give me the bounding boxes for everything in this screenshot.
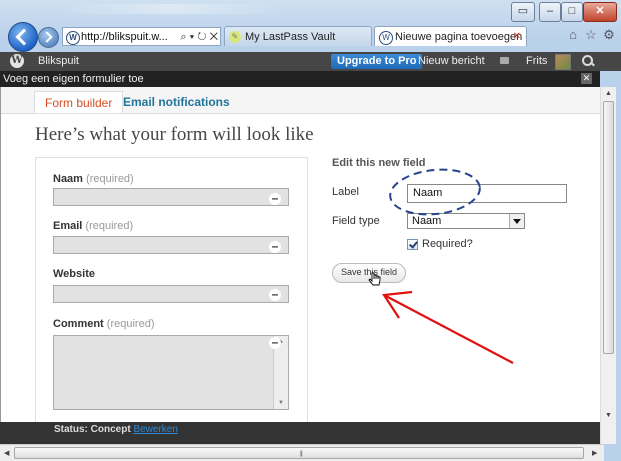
highlight-ellipse (389, 168, 481, 216)
scroll-right-icon[interactable]: ▶ (592, 449, 597, 457)
status-text: Status: Concept (54, 424, 131, 435)
scroll-down-icon[interactable]: ▼ (605, 412, 612, 419)
scroll-up-icon[interactable]: ▲ (605, 90, 612, 97)
scrollbar-thumb[interactable]: ||| (14, 447, 584, 459)
annotation-overlay (382, 168, 514, 364)
scroll-left-icon[interactable]: ◀ (4, 449, 9, 457)
scrollbar-thumb[interactable] (603, 101, 614, 354)
dialog-scrollbar[interactable]: ▲ ▼ (600, 87, 616, 444)
annotation-arrow-line (383, 294, 514, 364)
edit-status-link[interactable]: Bewerken (133, 424, 177, 435)
horizontal-scrollbar[interactable]: ◀ ||| ▶ (0, 444, 604, 461)
annotation-arrow-head (382, 290, 413, 319)
editor-status-bar: Status: Concept Bewerken (0, 422, 600, 444)
